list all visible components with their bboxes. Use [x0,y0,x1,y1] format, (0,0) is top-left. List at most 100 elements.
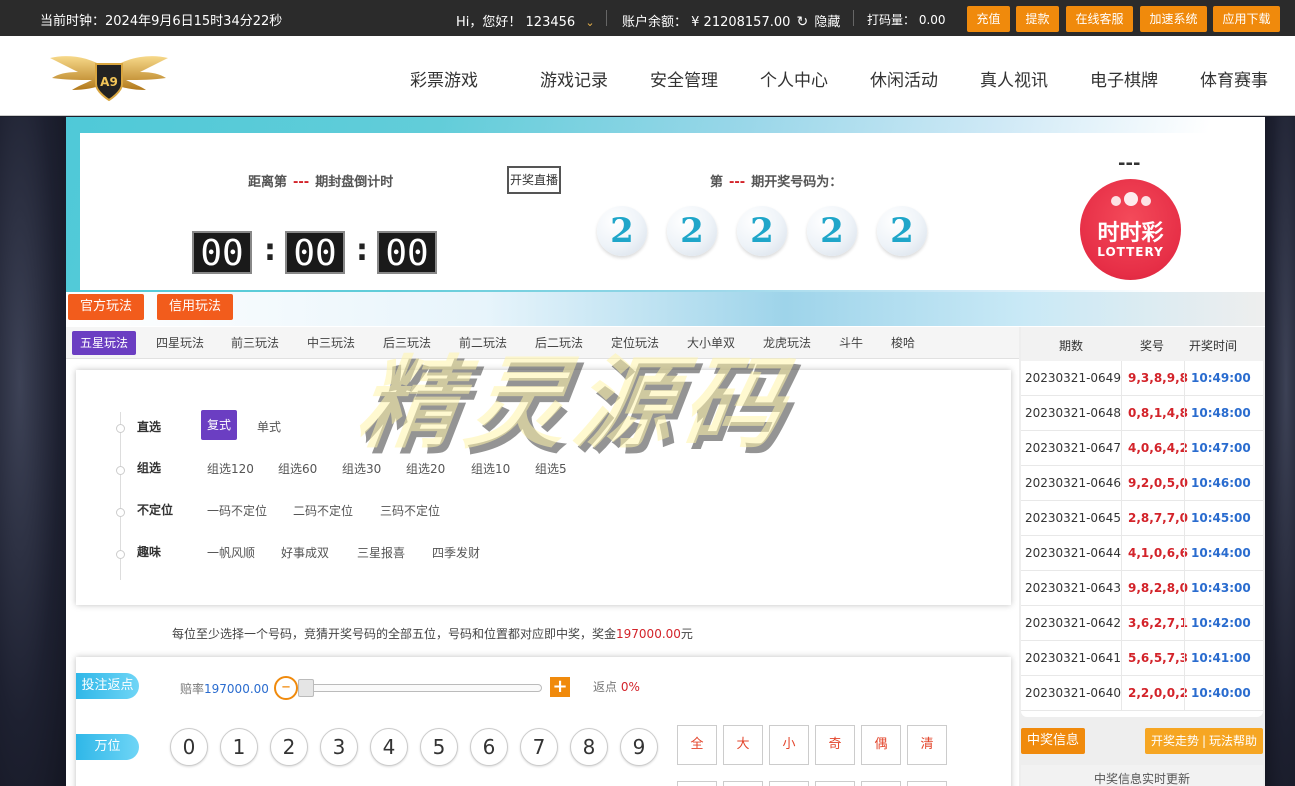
option-group60[interactable]: 组选60 [278,460,317,477]
table-row: 20230321-0642 3,6,2,7,1 10:42:00 [1021,606,1263,641]
nav-e-games[interactable]: 电子棋牌 [1090,66,1158,91]
header-code: 奖号 [1140,339,1165,353]
option-single[interactable]: 单式 [257,418,281,435]
number-ball-1[interactable]: 1 [220,728,258,766]
online-service-button[interactable]: 在线客服 [1066,6,1133,32]
option-group30[interactable]: 组选30 [342,460,381,477]
option-compound[interactable]: 复式 [201,410,238,440]
option-group20[interactable]: 组选20 [406,460,445,477]
deposit-button[interactable]: 充值 [967,6,1010,32]
credit-mode-button[interactable]: 信用玩法 [157,294,234,320]
nav-game-records[interactable]: 游戏记录 [540,66,608,91]
nav-live-casino[interactable]: 真人视讯 [980,66,1048,91]
logo[interactable]: A9 [48,50,170,102]
table-row: 20230321-0647 4,0,6,4,2 10:47:00 [1021,431,1263,466]
tab-front-three[interactable]: 前三玩法 [231,334,279,351]
nav-lottery[interactable]: 彩票游戏 [410,66,478,91]
option-group120[interactable]: 组选120 [207,460,254,477]
tab-back-three[interactable]: 后三玩法 [383,334,431,351]
quick-button-next-row[interactable] [677,781,717,786]
number-ball-5[interactable]: 5 [420,728,458,766]
app-download-button[interactable]: 应用下载 [1213,6,1280,32]
quick-odd-button[interactable]: 奇 [815,725,855,765]
row-time: 10:44:00 [1191,546,1251,560]
user-menu[interactable]: Hi，您好！ 123456 ⌄ [456,11,595,30]
hide-balance-link[interactable]: 隐藏 [814,15,840,30]
quick-button-next-row[interactable] [815,781,855,786]
draw-period: --- [729,175,746,190]
rebate-slider-handle[interactable] [298,679,314,697]
countdown-hours: 00 [192,231,252,274]
cell-divider [1121,571,1122,606]
number-ball-6[interactable]: 6 [470,728,508,766]
option-group10[interactable]: 组选10 [471,460,510,477]
quick-all-button[interactable]: 全 [677,725,717,765]
quick-button-next-row[interactable] [907,781,947,786]
option-good-pair[interactable]: 好事成双 [281,544,329,561]
option-three-star-luck[interactable]: 三星报喜 [357,544,405,561]
quick-button-next-row[interactable] [723,781,763,786]
quick-clear-button[interactable]: 清 [907,725,947,765]
option-four-seasons[interactable]: 四季发财 [432,544,480,561]
divider [853,10,854,26]
number-ball-2[interactable]: 2 [270,728,308,766]
minus-icon[interactable]: – [274,676,298,700]
nav-leisure[interactable]: 休闲活动 [870,66,938,91]
cell-divider [1121,606,1122,641]
quick-button-next-row[interactable] [769,781,809,786]
number-ball-0[interactable]: 0 [170,728,208,766]
table-row: 20230321-0649 9,3,8,9,8 10:49:00 [1021,361,1263,396]
number-ball-8[interactable]: 8 [570,728,608,766]
option-one-unfixed[interactable]: 一码不定位 [207,502,267,519]
quick-big-button[interactable]: 大 [723,725,763,765]
refresh-icon[interactable]: ↻ [797,14,809,30]
row-code: 4,0,6,4,2 [1128,441,1188,455]
play-description: 每位至少选择一个号码，竞猜开奖号码的全部五位，号码和位置都对应即中奖，奖金197… [172,627,693,641]
help-link[interactable]: 玩法帮助 [1209,734,1257,748]
option-group5[interactable]: 组选5 [535,460,567,477]
lottery-logo-en: LOTTERY [1097,245,1164,259]
odds: 赔率197000.00 [180,682,269,696]
row-time: 10:48:00 [1191,406,1251,420]
win-info-live-update: 中奖信息实时更新 [1021,765,1263,786]
accelerate-button[interactable]: 加速系统 [1140,6,1207,32]
quick-small-button[interactable]: 小 [769,725,809,765]
row-period: 20230321-0647 [1025,441,1121,455]
tab-big-small-odd-even[interactable]: 大小单双 [687,334,735,351]
official-mode-button[interactable]: 官方玩法 [68,294,145,320]
number-ball-9[interactable]: 9 [620,728,658,766]
quick-button-next-row[interactable] [861,781,901,786]
table-row: 20230321-0643 9,8,2,8,0 10:43:00 [1021,571,1263,606]
cell-divider [1121,501,1122,536]
withdraw-button[interactable]: 提款 [1016,6,1059,32]
tab-back-two[interactable]: 后二玩法 [535,334,583,351]
nav-security[interactable]: 安全管理 [650,66,718,91]
tab-four-star[interactable]: 四星玩法 [156,334,204,351]
number-ball-3[interactable]: 3 [320,728,358,766]
option-smooth-sailing[interactable]: 一帆风顺 [207,544,255,561]
tab-bull[interactable]: 斗牛 [839,334,863,351]
tab-showhand[interactable]: 梭哈 [891,334,915,351]
plus-icon[interactable]: + [550,677,570,697]
time-colon: : [264,233,276,268]
nav-personal-center[interactable]: 个人中心 [760,66,828,91]
tab-dragon-tiger[interactable]: 龙虎玩法 [763,334,811,351]
row-time: 10:40:00 [1191,686,1251,700]
option-two-unfixed[interactable]: 二码不定位 [293,502,353,519]
option-three-unfixed[interactable]: 三码不定位 [380,502,440,519]
tab-five-star[interactable]: 五星玩法 [72,331,137,355]
trend-link[interactable]: 开奖走势 [1151,734,1199,748]
cell-divider [1184,536,1185,571]
nav-sports[interactable]: 体育赛事 [1200,66,1268,91]
live-draw-button[interactable]: 开奖直播 [507,166,561,194]
quick-even-button[interactable]: 偶 [861,725,901,765]
tab-position[interactable]: 定位玩法 [611,334,659,351]
tab-front-two[interactable]: 前二玩法 [459,334,507,351]
rebate-slider-track[interactable] [298,684,542,692]
number-ball-7[interactable]: 7 [520,728,558,766]
number-ball-4[interactable]: 4 [370,728,408,766]
row-time: 10:45:00 [1191,511,1251,525]
win-info-tab[interactable]: 中奖信息 [1021,728,1086,754]
tab-middle-three[interactable]: 中三玩法 [307,334,355,351]
position-label: 万位 [76,734,139,760]
